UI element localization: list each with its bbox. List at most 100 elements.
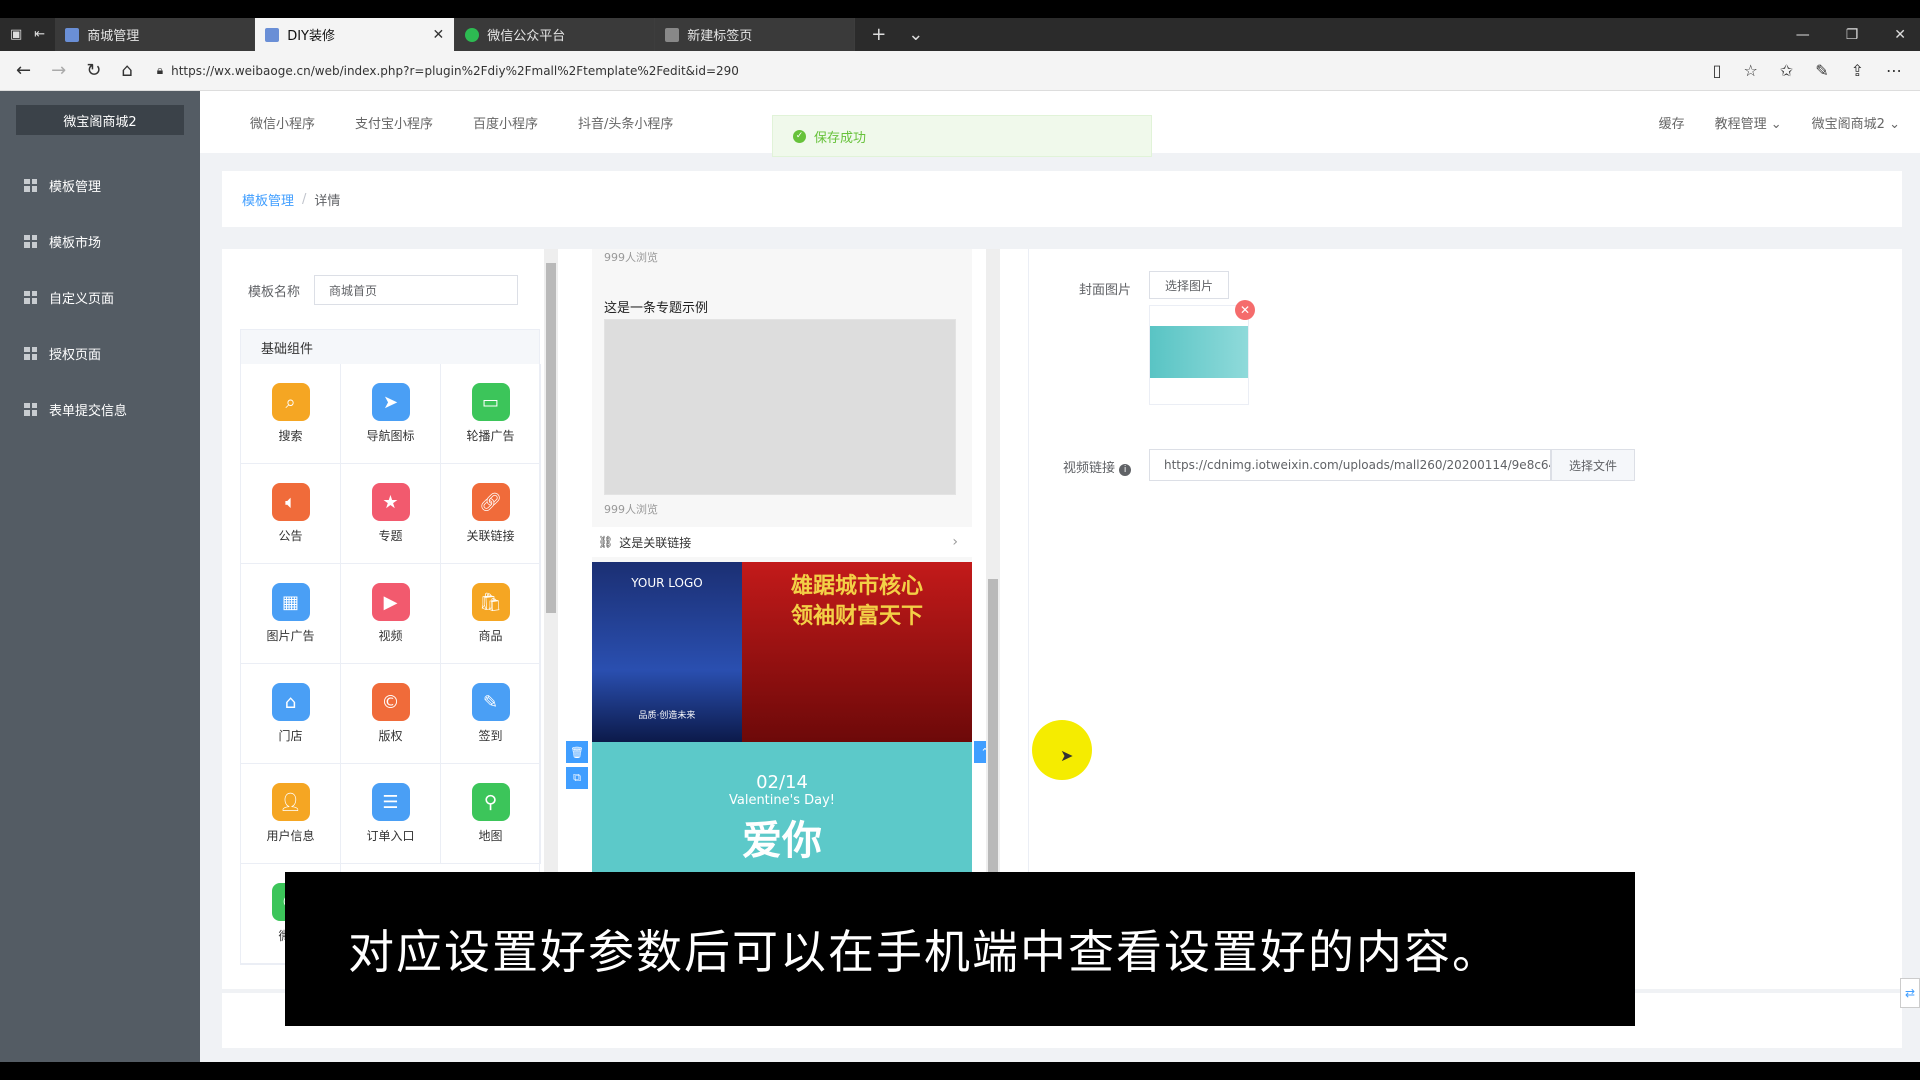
choose-image-button[interactable]: 选择图片 (1149, 271, 1229, 299)
account-menu[interactable]: 微宝阁商城2 ⌄ (1812, 113, 1900, 132)
cache-link[interactable]: 缓存 (1659, 113, 1685, 132)
component-label: 视频 (378, 629, 403, 643)
component-14[interactable]: ⚲ 地图 (441, 764, 541, 864)
component-13[interactable]: ☰ 订单入口 (341, 764, 441, 864)
sidebar-item-template-market[interactable]: 模板市场 (0, 213, 200, 269)
component-9[interactable]: ⌂ 门店 (241, 664, 341, 764)
favorites-list-icon[interactable]: ✩ (1780, 61, 1793, 80)
component-icon: ▭ (471, 383, 510, 421)
refresh-icon[interactable]: ↻ (86, 60, 101, 81)
sidebar: 微宝阁商城2 模板管理 模板市场 自定义页面 授权页面 表单提交信息 (0, 91, 200, 1062)
close-window-icon[interactable]: ✕ (1894, 27, 1906, 43)
video-cover-banner[interactable]: 02/14 Valentine's Day! 爱你 (592, 742, 972, 889)
component-10[interactable]: © 版权 (341, 664, 441, 764)
component-label: 商品 (478, 629, 503, 643)
realestate-banner: 雄踞城市核心 领袖财富天下 (742, 562, 972, 742)
new-tab-icon[interactable]: + (871, 24, 886, 45)
tab-overview-icon[interactable]: ▣ (10, 27, 22, 42)
breadcrumb-link[interactable]: 模板管理 (242, 190, 294, 209)
page-favicon-icon (65, 27, 80, 42)
chevron-down-icon: ⌄ (1770, 116, 1782, 132)
component-3[interactable]: 🔈︎ 公告 (241, 464, 341, 564)
component-8[interactable]: 🛍︎ 商品 (441, 564, 541, 664)
pen-icon[interactable]: ✎ (1815, 61, 1828, 80)
component-0[interactable]: ⌕ 搜索 (241, 364, 341, 464)
component-icon: ★ (371, 483, 410, 521)
browser-tab-bar: ▣ ⇤ 商城管理 DIY装修 ✕ 微信公众平台 新建标签页 + ⌄ — ❐ ✕ (0, 18, 1920, 51)
component-scrollbar[interactable] (544, 249, 558, 889)
success-toast: ✓ 保存成功 (772, 115, 1152, 157)
forward-icon[interactable]: → (51, 60, 66, 81)
grid-icon (24, 178, 37, 192)
component-11[interactable]: ✎ 签到 (441, 664, 541, 764)
reading-view-icon[interactable]: ▯ (1713, 61, 1722, 80)
topic-title: 这是一条专题示例 (604, 301, 709, 316)
cover-thumbnail[interactable] (1149, 305, 1249, 405)
component-12[interactable]: 👤︎ 用户信息 (241, 764, 341, 864)
sidebar-item-custom-page[interactable]: 自定义页面 (0, 269, 200, 325)
component-icon: ▶ (371, 583, 410, 621)
phone-preview: 999人浏览 这是一条专题示例 999人浏览 ⛓ 这是关联链接 › YOUR L… (592, 249, 972, 889)
topic-placeholder-image[interactable] (604, 319, 956, 495)
video-url-input[interactable]: https://cdnimg.iotweixin.com/uploads/mal… (1149, 449, 1551, 481)
back-icon[interactable]: ← (16, 60, 31, 81)
minimize-icon[interactable]: — (1796, 27, 1810, 43)
image-ad-banner[interactable]: YOUR LOGO 品质·创造未来 雄踞城市核心 领袖财富天下 (592, 562, 972, 742)
component-icon: 🔈︎ (271, 483, 310, 521)
component-label: 搜索 (278, 429, 303, 443)
sidebar-item-template-manage[interactable]: 模板管理 (0, 157, 200, 213)
tab-alipay-miniapp[interactable]: 支付宝小程序 (355, 113, 433, 132)
share-icon[interactable]: ⇪ (1851, 61, 1864, 80)
component-label: 用户信息 (266, 829, 315, 843)
url-field[interactable]: 🔒︎ https://wx.weibaoge.cn/web/index.php?… (149, 57, 1697, 85)
browser-window: ▣ ⇤ 商城管理 DIY装修 ✕ 微信公众平台 新建标签页 + ⌄ — ❐ ✕ (0, 18, 1920, 1062)
component-label: 订单入口 (366, 829, 415, 843)
back-tabs-icon[interactable]: ⇤ (34, 27, 45, 42)
component-icon: ▦ (271, 583, 310, 621)
template-name-input[interactable]: 商城首页 (314, 275, 519, 305)
component-icon: ⌂ (271, 683, 310, 721)
tab-wechat-miniapp[interactable]: 微信小程序 (250, 113, 315, 132)
home-icon[interactable]: ⌂ (121, 60, 132, 81)
page-favicon-icon (265, 27, 280, 42)
component-label: 签到 (478, 729, 503, 743)
component-6[interactable]: ▦ 图片广告 (241, 564, 341, 664)
chevron-down-icon[interactable]: ⌄ (908, 24, 923, 45)
sidebar-item-form-submissions[interactable]: 表单提交信息 (0, 381, 200, 437)
tab-baidu-miniapp[interactable]: 百度小程序 (473, 113, 538, 132)
component-icon: 👤︎ (271, 783, 310, 821)
floating-widget-icon[interactable]: ⇄ (1900, 978, 1920, 1008)
component-4[interactable]: ★ 专题 (341, 464, 441, 564)
video-subtitle: 对应设置好参数后可以在手机端中查看设置好的内容。 (285, 872, 1635, 1026)
view-count: 999人浏览 (604, 251, 658, 264)
tutorial-menu[interactable]: 教程管理 ⌄ (1715, 113, 1782, 132)
favorite-star-icon[interactable]: ☆ (1743, 61, 1757, 80)
browser-tab-mall-admin[interactable]: 商城管理 (55, 18, 256, 51)
component-2[interactable]: ▭ 轮播广告 (441, 364, 541, 464)
delete-icon[interactable]: 🗑︎ (566, 741, 588, 763)
more-icon[interactable]: ⋯ (1886, 61, 1902, 80)
shop-name[interactable]: 微宝阁商城2 (16, 105, 184, 135)
component-7[interactable]: ▶ 视频 (341, 564, 441, 664)
component-1[interactable]: ➤ 导航图标 (341, 364, 441, 464)
component-icon: ✎ (471, 683, 510, 721)
top-nav: 微信小程序 支付宝小程序 百度小程序 抖音/头条小程序 ✓ 保存成功 缓存 教程… (200, 91, 1920, 157)
preview-scrollbar[interactable] (986, 249, 1000, 889)
sidebar-item-auth-page[interactable]: 授权页面 (0, 325, 200, 381)
sidebar-menu: 模板管理 模板市场 自定义页面 授权页面 表单提交信息 (0, 157, 200, 437)
browser-tab-diy[interactable]: DIY装修 ✕ (255, 18, 456, 51)
component-5[interactable]: 🔗︎ 关联链接 (441, 464, 541, 564)
close-icon[interactable]: ✕ (432, 27, 444, 43)
logo-banner: YOUR LOGO 品质·创造未来 (592, 562, 742, 742)
browser-tab-wechat[interactable]: 微信公众平台 (455, 18, 656, 51)
component-group-title: 基础组件 (241, 330, 539, 364)
component-icon: 🔗︎ (471, 483, 510, 521)
component-label: 公告 (278, 529, 303, 543)
related-link-row[interactable]: ⛓ 这是关联链接 › (592, 527, 972, 557)
remove-cover-icon[interactable]: ✕ (1235, 300, 1255, 320)
copy-icon[interactable]: ⧉ (566, 767, 588, 789)
browser-tab-new[interactable]: 新建标签页 (655, 18, 856, 51)
restore-icon[interactable]: ❐ (1846, 27, 1859, 43)
choose-file-button[interactable]: 选择文件 (1551, 449, 1635, 481)
tab-douyin-miniapp[interactable]: 抖音/头条小程序 (578, 113, 673, 132)
